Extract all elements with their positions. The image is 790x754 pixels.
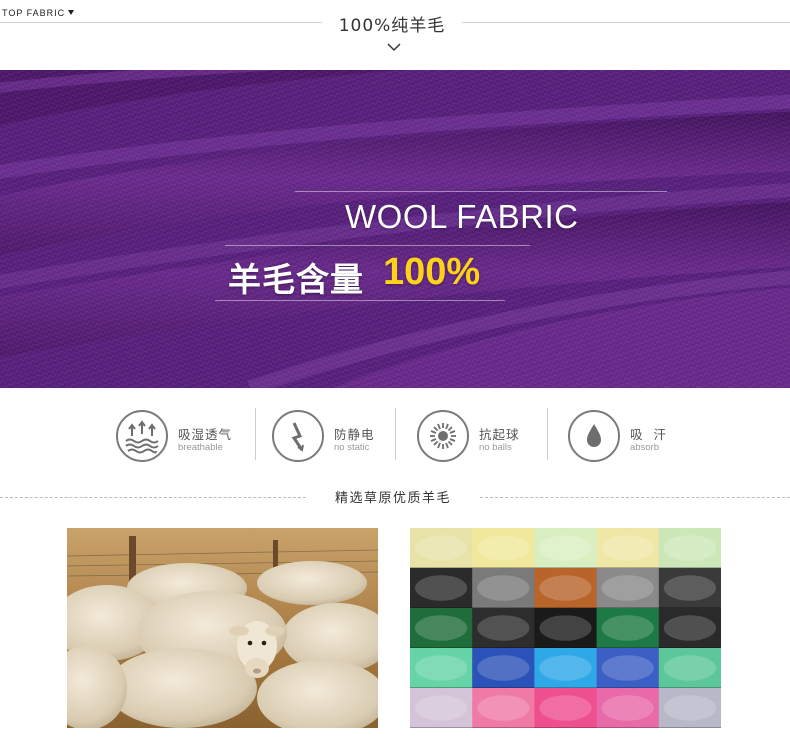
yarn-bundle	[534, 688, 598, 728]
top-fabric-menu[interactable]: TOP FABRIC	[2, 8, 75, 18]
yarn-bundle	[472, 688, 536, 728]
hero-rule	[295, 191, 667, 192]
hero-banner: WOOL FABRIC 羊毛含量 100%	[0, 70, 790, 388]
wool-yarn-photo	[410, 528, 721, 728]
feature-label-cn: 吸湿透气	[178, 427, 233, 442]
yarn-bundle	[658, 568, 721, 609]
yarn-bundle	[596, 688, 660, 728]
feature-label-en: absorb	[630, 442, 660, 453]
yarn-bundle	[658, 688, 721, 728]
yarn-bundle	[410, 528, 474, 569]
yarn-bundle	[596, 648, 660, 689]
feature-label-cn: 防静电	[334, 427, 375, 442]
yarn-bundle	[658, 528, 721, 569]
yarn-bundle	[410, 688, 474, 728]
yarn-bundle	[472, 568, 536, 609]
page-title: 100%纯羊毛	[338, 16, 446, 36]
yarn-bundle	[658, 608, 721, 649]
hero-english-title: WOOL FABRIC	[345, 198, 579, 235]
yarn-bundle	[534, 648, 598, 689]
dashed-divider	[0, 497, 306, 498]
yarn-bundle	[596, 528, 660, 569]
yarn-bundle	[658, 648, 721, 689]
feature-separator	[255, 408, 256, 460]
hero-percent: 100%	[383, 251, 481, 293]
feature-label-cn: 抗起球	[479, 427, 520, 442]
yarn-bundle	[472, 608, 536, 649]
hero-wool-content-label: 羊毛含量	[228, 260, 364, 299]
yarn-bundle	[472, 648, 536, 689]
yarn-bundle	[410, 608, 474, 649]
absorb-icon	[568, 410, 620, 462]
yarn-bundle	[410, 568, 474, 609]
divider-line	[462, 22, 790, 23]
dashed-divider	[480, 497, 790, 498]
feature-label-cn: 吸 汗	[630, 427, 667, 442]
divider-line	[0, 22, 322, 23]
yarn-bundle	[410, 648, 474, 689]
yarn-bundle	[596, 568, 660, 609]
feature-row: 吸湿透气 breathable 防静电 no static 抗起球 no bal…	[0, 388, 790, 488]
no-balls-icon	[417, 410, 469, 462]
yarn-bundle	[534, 608, 598, 649]
feature-separator	[547, 408, 548, 460]
feature-separator	[395, 408, 396, 460]
caret-down-icon	[68, 10, 75, 15]
no-static-icon	[272, 410, 324, 462]
sheep-photo	[67, 528, 378, 728]
yarn-bundle	[596, 608, 660, 649]
yarn-bundle	[534, 568, 598, 609]
yarn-bundle	[534, 528, 598, 569]
feature-label-en: breathable	[178, 442, 223, 453]
yarn-bundle	[472, 528, 536, 569]
feature-label-en: no static	[334, 442, 370, 453]
feature-label-en: no balls	[479, 442, 512, 453]
top-header: TOP FABRIC 100%纯羊毛	[0, 0, 790, 70]
top-fabric-label: TOP FABRIC	[2, 8, 66, 18]
chevron-down-icon	[387, 43, 401, 52]
hero-rule	[225, 245, 530, 246]
section-title: 精选草原优质羊毛	[334, 491, 451, 506]
breathable-icon	[116, 410, 168, 462]
